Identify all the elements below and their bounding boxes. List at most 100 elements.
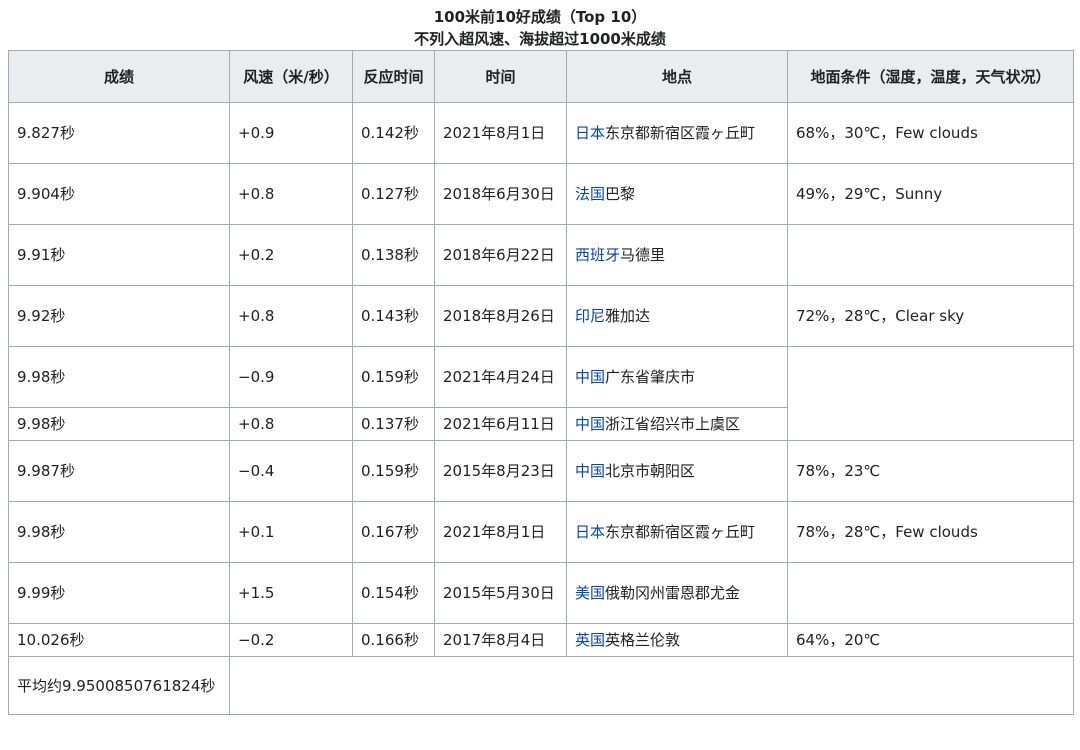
wind-cell: +0.2	[229, 224, 353, 286]
location-cell: 印尼雅加达	[566, 285, 788, 347]
table-caption: 100米前10好成绩（Top 10） 不列入超风速、海拔超过1000米成绩	[0, 0, 1080, 50]
score-cell: 9.98秒	[8, 407, 230, 441]
date-cell: 2021年8月1日	[434, 102, 567, 164]
reaction-cell: 0.167秒	[352, 501, 435, 563]
wind-cell: −0.2	[229, 623, 353, 657]
conditions-cell: 68%，30℃，Few clouds	[787, 102, 1074, 164]
header-conditions[interactable]: 地面条件（湿度，温度，天气状况）	[787, 50, 1074, 103]
country-link[interactable]: 日本	[575, 124, 605, 142]
country-link[interactable]: 中国	[575, 462, 605, 480]
location-cell: 美国俄勒冈州雷恩郡尤金	[566, 562, 788, 624]
average-cell: 平均约9.9500850761824秒	[8, 656, 230, 715]
conditions-cell: 72%，28℃，Clear sky	[787, 285, 1074, 347]
wind-cell: +0.8	[229, 285, 353, 347]
country-link[interactable]: 日本	[575, 523, 605, 541]
score-cell: 9.99秒	[8, 562, 230, 624]
place-text: 马德里	[620, 246, 666, 264]
table-row: 9.98秒 +0.1 0.167秒 2021年8月1日 日本东京都新宿区霞ヶ丘町…	[8, 501, 1074, 563]
reaction-cell: 0.143秒	[352, 285, 435, 347]
conditions-cell: 64%，20℃	[787, 623, 1074, 657]
wind-cell: +0.8	[229, 163, 353, 225]
date-cell: 2017年8月4日	[434, 623, 567, 657]
location-cell: 中国浙江省绍兴市上虞区	[566, 407, 788, 441]
country-link[interactable]: 中国	[575, 368, 605, 386]
conditions-cell	[787, 346, 1074, 441]
place-text: 浙江省绍兴市上虞区	[605, 415, 741, 433]
wind-cell: +0.8	[229, 407, 353, 441]
header-location[interactable]: 地点	[566, 50, 788, 103]
reaction-cell: 0.142秒	[352, 102, 435, 164]
reaction-cell: 0.159秒	[352, 346, 435, 408]
score-cell: 9.98秒	[8, 346, 230, 408]
date-cell: 2018年6月30日	[434, 163, 567, 225]
location-cell: 中国广东省肇庆市	[566, 346, 788, 408]
place-text: 俄勒冈州雷恩郡尤金	[605, 584, 741, 602]
conditions-cell	[787, 224, 1074, 286]
location-cell: 日本东京都新宿区霞ヶ丘町	[566, 501, 788, 563]
reaction-cell: 0.166秒	[352, 623, 435, 657]
place-text: 东京都新宿区霞ヶ丘町	[605, 523, 756, 541]
place-text: 东京都新宿区霞ヶ丘町	[605, 124, 756, 142]
table-row: 9.99秒 +1.5 0.154秒 2015年5月30日 美国俄勒冈州雷恩郡尤金	[8, 562, 1074, 624]
score-cell: 9.827秒	[8, 102, 230, 164]
wind-cell: +1.5	[229, 562, 353, 624]
country-link[interactable]: 印尼	[575, 307, 605, 325]
date-cell: 2021年6月11日	[434, 407, 567, 441]
date-cell: 2021年4月24日	[434, 346, 567, 408]
wind-cell: +0.9	[229, 102, 353, 164]
score-cell: 9.92秒	[8, 285, 230, 347]
score-cell: 9.91秒	[8, 224, 230, 286]
place-text: 北京市朝阳区	[605, 462, 696, 480]
caption-line-2: 不列入超风速、海拔超过1000米成绩	[414, 30, 666, 48]
place-text: 英格兰伦敦	[605, 631, 681, 649]
reaction-cell: 0.154秒	[352, 562, 435, 624]
reaction-cell: 0.127秒	[352, 163, 435, 225]
date-cell: 2015年5月30日	[434, 562, 567, 624]
average-row: 平均约9.9500850761824秒	[8, 656, 1074, 715]
wind-cell: −0.4	[229, 440, 353, 502]
caption-line-1: 100米前10好成绩（Top 10）	[433, 8, 647, 26]
place-text: 巴黎	[605, 185, 636, 203]
score-cell: 9.987秒	[8, 440, 230, 502]
header-wind[interactable]: 风速（米/秒）	[229, 50, 353, 103]
location-cell: 法国巴黎	[566, 163, 788, 225]
average-row-blank	[229, 656, 1074, 715]
location-cell: 英国英格兰伦敦	[566, 623, 788, 657]
wind-cell: −0.9	[229, 346, 353, 408]
table-row: 9.987秒 −0.4 0.159秒 2015年8月23日 中国北京市朝阳区 7…	[8, 440, 1074, 502]
location-cell: 日本东京都新宿区霞ヶ丘町	[566, 102, 788, 164]
header-score[interactable]: 成绩	[8, 50, 230, 103]
date-cell: 2015年8月23日	[434, 440, 567, 502]
table-row: 9.98秒 −0.9 0.159秒 2021年4月24日 中国广东省肇庆市	[8, 346, 1074, 441]
conditions-cell: 78%，28℃，Few clouds	[787, 501, 1074, 563]
date-cell: 2018年6月22日	[434, 224, 567, 286]
date-cell: 2021年8月1日	[434, 501, 567, 563]
table-row: 9.827秒 +0.9 0.142秒 2021年8月1日 日本东京都新宿区霞ヶ丘…	[8, 102, 1074, 164]
country-link[interactable]: 法国	[575, 185, 605, 203]
table-row: 10.026秒 −0.2 0.166秒 2017年8月4日 英国英格兰伦敦 64…	[8, 623, 1074, 657]
conditions-cell	[787, 562, 1074, 624]
table-row: 9.92秒 +0.8 0.143秒 2018年8月26日 印尼雅加达 72%，2…	[8, 285, 1074, 347]
country-link[interactable]: 西班牙	[575, 246, 620, 264]
score-cell: 10.026秒	[8, 623, 230, 657]
conditions-cell: 78%，23℃	[787, 440, 1074, 502]
country-link[interactable]: 中国	[575, 415, 605, 433]
location-cell: 中国北京市朝阳区	[566, 440, 788, 502]
location-cell: 西班牙马德里	[566, 224, 788, 286]
country-link[interactable]: 英国	[575, 631, 605, 649]
country-link[interactable]: 美国	[575, 584, 605, 602]
score-cell: 9.904秒	[8, 163, 230, 225]
date-cell: 2018年8月26日	[434, 285, 567, 347]
header-row: 成绩 风速（米/秒） 反应时间 时间 地点 地面条件（湿度，温度，天气状况）	[8, 50, 1074, 103]
header-time[interactable]: 时间	[434, 50, 567, 103]
results-table: 成绩 风速（米/秒） 反应时间 时间 地点 地面条件（湿度，温度，天气状况） 9…	[8, 50, 1074, 715]
score-cell: 9.98秒	[8, 501, 230, 563]
table-row: 9.91秒 +0.2 0.138秒 2018年6月22日 西班牙马德里	[8, 224, 1074, 286]
reaction-cell: 0.137秒	[352, 407, 435, 441]
reaction-cell: 0.159秒	[352, 440, 435, 502]
wind-cell: +0.1	[229, 501, 353, 563]
conditions-cell: 49%，29℃，Sunny	[787, 163, 1074, 225]
header-reaction[interactable]: 反应时间	[352, 50, 435, 103]
reaction-cell: 0.138秒	[352, 224, 435, 286]
place-text: 雅加达	[605, 307, 651, 325]
